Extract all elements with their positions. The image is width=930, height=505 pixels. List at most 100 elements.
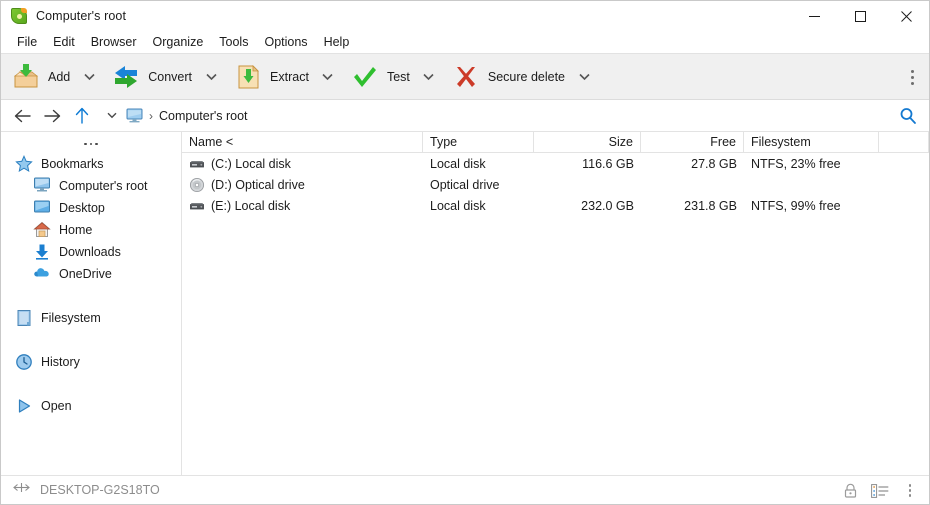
back-button[interactable] xyxy=(7,101,37,131)
computer-monitor-icon xyxy=(126,108,142,123)
add-button-label: Add xyxy=(48,69,71,84)
breadcrumb-path[interactable]: Computer's root xyxy=(159,109,248,123)
test-button[interactable]: Test xyxy=(340,57,417,97)
address-bar: › Computer's root xyxy=(1,100,929,132)
up-arrow-icon xyxy=(75,107,89,124)
cell-name: (E:) Local disk xyxy=(182,198,423,214)
secure-delete-dropdown-button[interactable] xyxy=(572,57,596,97)
forward-arrow-icon xyxy=(43,109,60,122)
column-header-type[interactable]: Type xyxy=(423,132,534,152)
convert-dropdown-button[interactable] xyxy=(199,57,223,97)
cell-free: 231.8 GB xyxy=(684,198,737,213)
minimize-icon xyxy=(808,15,820,17)
menu-file[interactable]: File xyxy=(9,33,45,51)
sidebar-item-history[interactable]: History xyxy=(1,351,181,373)
maximize-button[interactable] xyxy=(837,1,883,31)
convert-button[interactable]: Convert xyxy=(101,57,199,97)
sidebar-item-downloads[interactable]: Downloads xyxy=(1,241,181,263)
menu-options[interactable]: Options xyxy=(256,33,315,51)
file-list-header: Name < Type Size Free Filesystem xyxy=(182,132,929,153)
convert-arrows-icon xyxy=(111,62,141,92)
sidebar-item-label: OneDrive xyxy=(59,267,112,281)
sidebar-item-label: Downloads xyxy=(59,245,121,259)
table-row[interactable]: (D:) Optical drive Optical drive xyxy=(182,174,929,195)
home-icon xyxy=(33,221,51,239)
status-bar: DESKTOP-G2S18TO xyxy=(1,475,929,504)
secure-delete-button[interactable]: Secure delete xyxy=(441,57,572,97)
check-mark-icon xyxy=(350,62,380,92)
sidebar-item-home[interactable]: Home xyxy=(1,219,181,241)
convert-button-label: Convert xyxy=(148,69,193,84)
cell-size: 232.0 GB xyxy=(581,198,634,213)
status-left: DESKTOP-G2S18TO xyxy=(1,481,160,499)
search-button[interactable] xyxy=(893,101,923,131)
menu-edit[interactable]: Edit xyxy=(45,33,83,51)
extract-button[interactable]: Extract xyxy=(223,57,316,97)
column-header-free[interactable]: Free xyxy=(641,132,744,152)
chevron-down-icon xyxy=(205,73,217,80)
menu-organize[interactable]: Organize xyxy=(145,33,212,51)
search-icon xyxy=(900,108,916,124)
column-header-size[interactable]: Size xyxy=(534,132,641,152)
cell-free: 27.8 GB xyxy=(691,156,737,171)
add-dropdown-button[interactable] xyxy=(77,57,101,97)
sidebar-item-filesystem[interactable]: Filesystem xyxy=(1,307,181,329)
add-box-icon xyxy=(11,62,41,92)
play-triangle-icon xyxy=(15,397,33,415)
file-list: Name < Type Size Free Filesystem (C:) Lo… xyxy=(182,132,929,475)
status-right xyxy=(835,476,925,505)
column-header-extra[interactable] xyxy=(879,132,929,152)
toolbar-overflow-icon[interactable] xyxy=(899,62,925,92)
path-history-dropdown[interactable] xyxy=(101,101,123,131)
details-view-button[interactable] xyxy=(865,477,895,504)
padlock-icon xyxy=(844,483,856,498)
table-row[interactable]: (C:) Local disk Local disk 116.6 GB 27.8… xyxy=(182,153,929,174)
sidebar-item-bookmarks[interactable]: Bookmarks xyxy=(1,153,181,175)
up-button[interactable] xyxy=(67,101,97,131)
secure-delete-button-label: Secure delete xyxy=(487,69,566,84)
hard-disk-icon xyxy=(189,198,205,214)
add-button[interactable]: Add xyxy=(1,57,77,97)
cell-size: 116.6 GB xyxy=(582,156,634,171)
sidebar-item-label: Filesystem xyxy=(41,311,101,325)
sidebar-item-onedrive[interactable]: OneDrive xyxy=(1,263,181,285)
menu-help[interactable]: Help xyxy=(316,33,358,51)
cell-type: Optical drive xyxy=(430,177,500,192)
sidebar-item-computers-root[interactable]: Computer's root xyxy=(1,175,181,197)
table-row[interactable]: (E:) Local disk Local disk 232.0 GB 231.… xyxy=(182,195,929,216)
back-arrow-icon xyxy=(14,109,31,122)
horizontal-resize-icon[interactable] xyxy=(13,481,30,499)
column-header-filesystem[interactable]: Filesystem xyxy=(744,132,879,152)
extract-dropdown-button[interactable] xyxy=(316,57,340,97)
desktop-icon xyxy=(33,199,51,217)
chevron-down-icon xyxy=(423,73,434,80)
breadcrumb-root-icon-button[interactable] xyxy=(123,101,145,131)
sidebar-item-open[interactable]: Open xyxy=(1,395,181,417)
sidebar-item-label: History xyxy=(41,355,80,369)
close-button[interactable] xyxy=(883,1,929,31)
cell-name-text: (D:) Optical drive xyxy=(211,177,305,192)
filesystem-icon xyxy=(15,309,33,327)
column-header-name[interactable]: Name < xyxy=(182,132,423,152)
sidebar: Bookmarks Computer's root Desktop Home D… xyxy=(1,132,182,475)
menu-browser[interactable]: Browser xyxy=(83,33,145,51)
cloud-icon xyxy=(33,265,51,283)
sidebar-more-dots-icon[interactable] xyxy=(1,135,181,153)
breadcrumb-separator: › xyxy=(149,108,153,123)
forward-button[interactable] xyxy=(37,101,67,131)
status-overflow-button[interactable] xyxy=(895,477,925,504)
computer-monitor-icon xyxy=(33,177,51,195)
cell-filesystem: NTFS, 23% free xyxy=(751,156,841,171)
sidebar-item-desktop[interactable]: Desktop xyxy=(1,197,181,219)
minimize-button[interactable] xyxy=(791,1,837,31)
hard-disk-icon xyxy=(189,156,205,172)
maximize-icon xyxy=(854,10,866,22)
details-view-icon xyxy=(871,483,889,498)
test-dropdown-button[interactable] xyxy=(417,57,441,97)
chevron-down-icon xyxy=(578,73,590,80)
padlock-button[interactable] xyxy=(835,477,865,504)
cell-filesystem: NTFS, 99% free xyxy=(751,198,841,213)
sidebar-item-label: Open xyxy=(41,399,72,413)
menu-tools[interactable]: Tools xyxy=(211,33,256,51)
